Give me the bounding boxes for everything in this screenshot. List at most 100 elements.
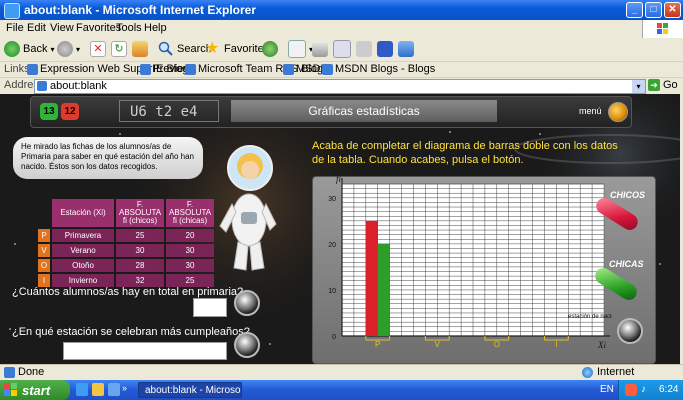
table-row: V Verano 30 30 [38,244,214,257]
bar-boys [365,220,378,336]
address-input[interactable]: about:blank ▾ [34,79,646,94]
system-tray: ♪ 6:24 [618,380,683,400]
window-title: about:blank - Microsoft Internet Explore… [24,3,257,17]
link-msdn-blogs[interactable]: MSDN Blogs - Blogs [335,63,435,75]
security-shield-icon[interactable] [625,384,637,396]
row-girls: 30 [166,244,214,257]
home-button[interactable] [132,39,148,59]
go-arrow-icon[interactable]: ➔ [648,79,660,91]
y-tick-label: 0 [332,334,336,341]
discuss-icon [356,41,372,57]
menu-help[interactable]: Help [144,22,167,34]
row-boys: 25 [116,229,164,242]
dropdown-arrow-icon: ▾ [76,44,81,54]
check-total-button[interactable] [234,290,260,316]
table-row: P Primavera 25 20 [38,229,214,242]
refresh-button[interactable]: ↻ [111,39,127,59]
forward-arrow-icon [57,41,73,57]
y-tick-label: 10 [328,288,336,295]
star-icon: ★ [205,40,220,57]
x-axis-caption: estación de nacimiento [568,314,612,320]
category-label: V [435,340,441,349]
row-girls: 20 [166,229,214,242]
link-ie-blog[interactable]: IE Blog [153,63,188,75]
menu-label: menú [579,106,602,116]
menu-button[interactable] [608,102,628,122]
category-label: I [555,340,557,349]
research-icon [398,41,414,57]
answer-total-input[interactable] [193,298,227,317]
forward-button[interactable]: ▾ [57,39,80,59]
link-icon [322,64,333,75]
history-button[interactable] [262,39,278,59]
minimize-button[interactable]: _ [626,2,643,18]
internet-zone-icon [582,367,593,378]
row-letter: V [38,244,50,257]
table-header-boys: F. ABSOLUTA fi (chicos) [116,199,164,227]
windows-flag-icon [4,383,17,396]
quicklaunch-explorer-icon[interactable] [92,383,104,396]
check-season-button[interactable] [234,332,260,358]
start-button[interactable]: start [0,380,70,400]
link-icon [283,64,294,75]
zone-text: Internet [597,366,635,378]
legend-girls-label: CHICAS [609,259,644,269]
address-value: about:blank [50,80,107,92]
category-label: P [375,340,380,349]
close-button[interactable]: ✕ [664,2,681,18]
back-arrow-icon [4,41,20,57]
quicklaunch-desktop-icon[interactable] [108,383,120,396]
links-label: Links [4,63,30,75]
edit-button[interactable] [333,39,351,59]
clock: 6:24 [659,384,679,395]
bar-chart: 0 10 20 30 fi Xi P V O Iestación de nacimiento [328,176,612,350]
table-corner [38,199,50,227]
ie-icon [4,3,20,19]
title-bar[interactable]: about:blank - Microsoft Internet Explore… [0,0,683,20]
taskbar-window-button[interactable]: about:blank - Microso... [138,382,242,398]
menu-favorites[interactable]: Favorites [76,22,121,34]
print-button[interactable] [312,39,328,59]
menu-file[interactable]: File [6,22,24,34]
language-indicator[interactable]: EN [600,384,614,395]
answer-season-input[interactable] [63,342,227,360]
messenger-button[interactable] [377,39,393,59]
score-green-badge: 13 [40,103,58,120]
quicklaunch-ie-icon[interactable] [76,383,88,396]
research-button[interactable] [398,39,414,59]
mail-button[interactable]: ▾ [288,39,313,59]
astronaut-illustration [219,145,277,271]
stop-icon: ✕ [90,41,106,57]
row-season: Primavera [52,229,114,242]
start-label: start [22,382,51,398]
go-button[interactable]: Go [663,79,678,91]
maximize-button[interactable]: □ [645,2,662,18]
search-button[interactable]: Search [158,39,212,59]
windows-logo [642,20,683,38]
question-season: ¿En qué estación se celebran más cumplea… [12,326,250,338]
home-icon [132,41,148,57]
volume-icon[interactable]: ♪ [641,384,653,396]
address-dropdown-icon[interactable]: ▾ [632,80,645,93]
table-header-girls: F. ABSOLUTA fi (chicas) [166,199,214,227]
row-season: Otoño [52,259,114,272]
favorites-button[interactable]: ★ Favorites [205,39,269,59]
menu-tools[interactable]: Tools [116,22,142,34]
menu-view[interactable]: View [50,22,74,34]
discuss-button[interactable] [356,39,372,59]
menu-edit[interactable]: Edit [27,22,46,34]
exercise-code: U6 t2 e4 [119,100,219,122]
status-bar: Done Internet [0,364,683,381]
quicklaunch-expand-icon[interactable]: » [122,383,127,393]
x-axis-label: Xi [597,340,606,350]
legend-boys-label: CHICOS [610,190,646,200]
submit-chart-button[interactable] [617,318,643,344]
status-text: Done [18,366,45,378]
edit-icon [333,40,351,58]
back-button[interactable]: Back ▾ [4,39,54,59]
page-title: Gráficas estadísticas [231,100,497,122]
question-total: ¿Cuántos alumnos/as hay en total en prim… [12,286,244,298]
page-content: 13 12 U6 t2 e4 Gráficas estadísticas men… [0,94,683,364]
link-icon [140,64,151,75]
stop-button[interactable]: ✕ [90,39,106,59]
